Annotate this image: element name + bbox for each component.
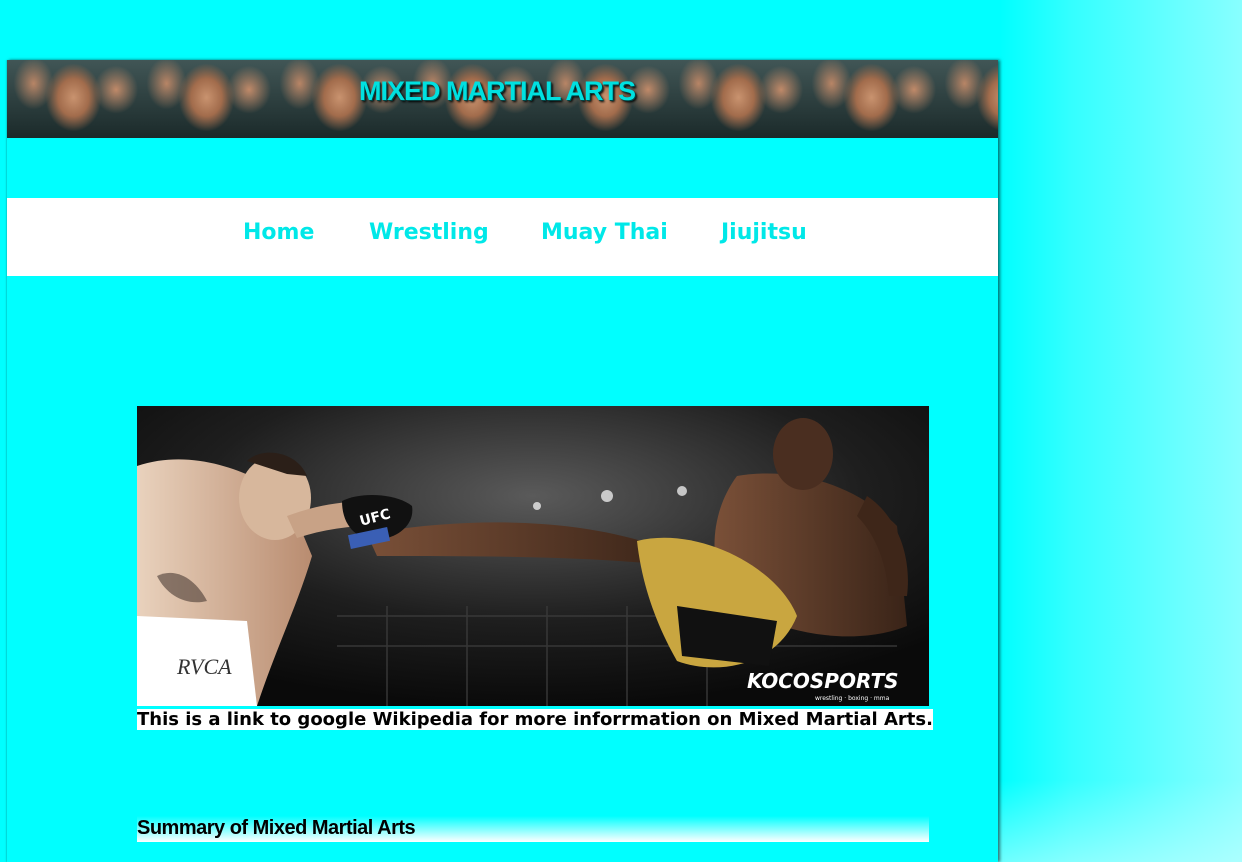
page-fade: [998, 780, 1242, 862]
wikipedia-link[interactable]: This is a link to google Wikipedia for m…: [137, 709, 933, 730]
summary-section: Summary of Mixed Martial Arts: [137, 816, 929, 842]
main-nav: Home Wrestling Muay Thai Jiujitsu: [7, 198, 998, 276]
nav-link-wrestling[interactable]: Wrestling: [369, 220, 489, 245]
kocosports-watermark: KOCOSPORTS: [747, 669, 899, 693]
nav-link-muay-thai[interactable]: Muay Thai: [541, 220, 668, 245]
banner-title: MIXED MARTIAL ARTS: [359, 76, 636, 106]
nav-link-jiujitsu[interactable]: Jiujitsu: [721, 220, 807, 245]
fight-illustration: RVCA UFC KOCOSPORTS wrestling · boxing ·…: [137, 406, 929, 706]
shorts-brand-text: RVCA: [176, 654, 232, 679]
header-banner: MIXED MARTIAL ARTS: [7, 60, 998, 138]
kocosports-tagline: wrestling · boxing · mma: [815, 695, 890, 702]
page-body: { "banner": { "title": "MIXED MARTIAL AR…: [0, 0, 1242, 862]
wikipedia-link-paragraph: This is a link to google Wikipedia for m…: [137, 708, 937, 732]
page-container: MIXED MARTIAL ARTS Home Wrestling Muay T…: [7, 60, 998, 862]
summary-heading: Summary of Mixed Martial Arts: [137, 817, 416, 839]
hero-image: RVCA UFC KOCOSPORTS wrestling · boxing ·…: [137, 406, 929, 706]
nav-link-home[interactable]: Home: [243, 220, 314, 245]
